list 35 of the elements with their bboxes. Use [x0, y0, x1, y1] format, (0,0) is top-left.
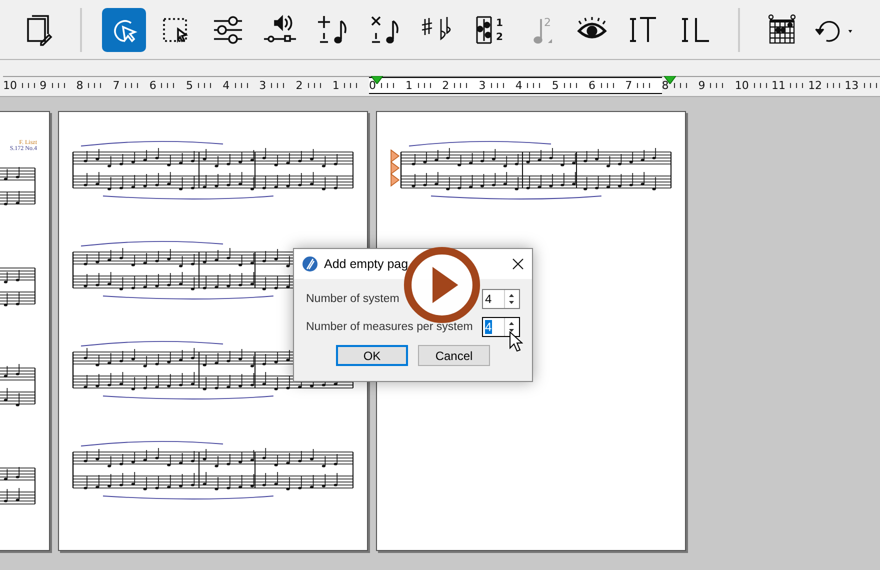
ruler-number: 1	[332, 79, 340, 92]
field-label: Number of system	[306, 293, 400, 305]
ruler-number: 10	[734, 79, 749, 92]
field-label: Number of measures per system	[306, 321, 473, 333]
ruler-number: 8	[76, 79, 84, 92]
ruler-number: 12	[808, 79, 822, 92]
ruler-number: 5	[552, 79, 559, 92]
ruler-number: 9	[40, 79, 47, 92]
select-tool[interactable]	[102, 8, 146, 52]
ruler-number: 7	[112, 79, 120, 92]
ruler-number: 2	[296, 79, 303, 92]
ruler-number: 3	[478, 79, 486, 92]
ruler-number: 6	[149, 79, 156, 92]
number-spinner[interactable]: 4	[482, 289, 520, 309]
ruler-number: 10	[3, 79, 17, 92]
dialog-button[interactable]: OK	[336, 345, 408, 366]
ruler-number: 2	[442, 79, 450, 92]
dialog-title: Add empty pag	[324, 257, 410, 271]
mouse-pointer-icon	[509, 331, 523, 353]
dialog-button[interactable]: Cancel	[418, 345, 490, 366]
ruler-number: 11	[771, 79, 786, 92]
ruler-number: 0	[368, 79, 376, 92]
ruler-number: 4	[222, 79, 230, 92]
ruler-number: 8	[662, 79, 669, 92]
ruler-number: 4	[515, 79, 522, 92]
ruler-number: 13	[844, 79, 859, 92]
ruler-number: 3	[259, 79, 266, 92]
ruler-number: 9	[698, 79, 706, 92]
close-icon[interactable]	[512, 258, 524, 270]
ruler-number: 7	[625, 79, 632, 92]
ruler-number: 1	[406, 79, 413, 92]
number-spinner[interactable]: 4	[482, 317, 520, 337]
app-logo-icon	[302, 256, 318, 272]
ruler-number: 5	[186, 79, 193, 92]
ruler-number: 6	[588, 79, 596, 92]
